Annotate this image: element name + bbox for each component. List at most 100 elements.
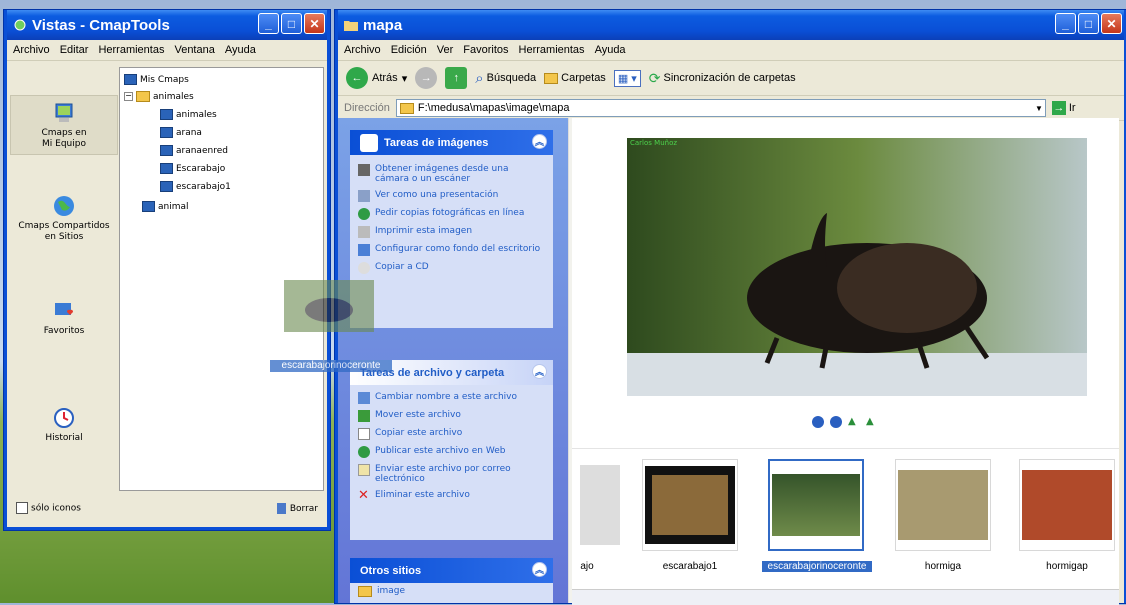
preview-photo xyxy=(627,138,1087,396)
menu-ayuda[interactable]: Ayuda xyxy=(225,44,256,56)
address-input[interactable]: F:\medusa\mapas\image\mapa ▼ xyxy=(395,99,1046,117)
sidebar-item-my-cmaps[interactable]: Cmaps en Mi Equipo xyxy=(10,95,118,155)
task-label: Eliminar este archivo xyxy=(375,490,470,500)
back-button[interactable]: ← Atrás ▾ xyxy=(346,67,407,89)
collapse-chevron-icon[interactable]: ︽ xyxy=(532,364,547,379)
close-button[interactable]: ✕ xyxy=(304,13,325,34)
menu-ventana[interactable]: Ventana xyxy=(174,44,214,56)
thumbnail-selected[interactable] xyxy=(768,459,864,551)
rotate-left-icon[interactable]: ▲ xyxy=(848,416,860,428)
tree-item[interactable]: animales xyxy=(160,109,217,120)
tree-item[interactable]: arana xyxy=(160,127,202,138)
tree-root[interactable]: Mis Cmaps xyxy=(124,74,189,85)
search-button[interactable]: ⌕ Búsqueda xyxy=(475,70,536,87)
collapse-icon[interactable]: − xyxy=(124,92,133,101)
task-label: Imprimir esta imagen xyxy=(375,226,473,236)
menu-archivo[interactable]: Archivo xyxy=(13,44,50,56)
tree-item-label: Escarabajo xyxy=(176,163,226,174)
menu-archivo[interactable]: Archivo xyxy=(344,44,381,56)
tree-item[interactable]: escarabajo1 xyxy=(160,181,231,192)
image-tasks-panel: Tareas de imágenes ︽ Obtener imágenes de… xyxy=(350,130,553,328)
task-label: Copiar este archivo xyxy=(375,428,463,438)
menu-favoritos[interactable]: Favoritos xyxy=(463,44,508,56)
filmstrip-view: Carlos Muñoz ▲ ▲ ajo escarabajo1 escarab… xyxy=(572,118,1119,605)
sidebar-item-history[interactable]: Historial xyxy=(10,407,118,444)
icons-only-toggle[interactable]: sólo iconos xyxy=(16,502,81,514)
views-button[interactable]: ▦ ▾ xyxy=(613,69,641,87)
sidebar-label: Historial xyxy=(45,433,83,443)
thumbnail[interactable] xyxy=(552,459,648,551)
drag-ghost-label: escarabajorinoceronte xyxy=(270,360,392,372)
back-arrow-icon: ← xyxy=(346,67,368,89)
rotate-right-icon[interactable]: ▲ xyxy=(866,416,878,428)
maximize-button[interactable]: □ xyxy=(1078,13,1099,34)
chevron-down-icon[interactable]: ▼ xyxy=(1035,104,1043,113)
cmap-icon xyxy=(160,109,173,120)
menu-editar[interactable]: Editar xyxy=(60,44,89,56)
tree-item[interactable]: aranaenred xyxy=(160,145,228,156)
explorer-titlebar[interactable]: mapa _ □ ✕ xyxy=(338,10,1124,40)
task-email[interactable]: Enviar este archivo por correo electróni… xyxy=(350,461,553,487)
task-wallpaper[interactable]: Configurar como fondo del escritorio xyxy=(350,241,553,259)
task-label: Pedir copias fotográficas en línea xyxy=(375,208,525,218)
go-button[interactable]: → Ir xyxy=(1051,101,1076,115)
place-image[interactable]: image xyxy=(350,583,553,600)
menu-herramientas[interactable]: Herramientas xyxy=(98,44,164,56)
maximize-button[interactable]: □ xyxy=(281,13,302,34)
image-tasks-header[interactable]: Tareas de imágenes ︽ xyxy=(350,130,553,155)
task-print[interactable]: Imprimir esta imagen xyxy=(350,223,553,241)
cmap-folder-tree: Mis Cmaps − animales animales arana aran… xyxy=(119,67,324,491)
delete-button[interactable]: Borrar xyxy=(276,502,318,514)
task-scanner[interactable]: Obtener imágenes desde una cámara o un e… xyxy=(350,161,553,187)
cmap-icon xyxy=(142,201,155,212)
other-places-header[interactable]: Otros sitios ︽ xyxy=(350,558,553,583)
minimize-button[interactable]: _ xyxy=(1055,13,1076,34)
collapse-chevron-icon[interactable]: ︽ xyxy=(532,134,547,149)
image-tasks-title: Tareas de imágenes xyxy=(384,136,489,149)
my-cmaps-icon xyxy=(124,74,137,85)
task-rename[interactable]: Cambiar nombre a este archivo xyxy=(350,389,553,407)
thumbnail[interactable] xyxy=(642,459,738,551)
thumbnail[interactable] xyxy=(895,459,991,551)
task-publish[interactable]: Publicar este archivo en Web xyxy=(350,443,553,461)
explorer-menubar: Archivo Edición Ver Favoritos Herramient… xyxy=(338,40,1124,61)
menu-edicion[interactable]: Edición xyxy=(391,44,427,56)
menu-ver[interactable]: Ver xyxy=(437,44,454,56)
tree-item[interactable]: Escarabajo xyxy=(160,163,225,174)
up-folder-icon[interactable]: ↑ xyxy=(445,67,468,89)
thumbnail[interactable] xyxy=(1019,459,1115,551)
go-arrow-icon: → xyxy=(1051,101,1066,115)
tree-folder[interactable]: − animales xyxy=(124,91,194,102)
minimize-button[interactable]: _ xyxy=(258,13,279,34)
explorer-window-title: mapa xyxy=(363,16,403,34)
drag-ghost-photo xyxy=(284,280,374,332)
task-order-prints[interactable]: Pedir copias fotográficas en línea xyxy=(350,205,553,223)
cmap-titlebar[interactable]: Vistas - CmapTools _ □ ✕ xyxy=(7,10,327,40)
task-slideshow[interactable]: Ver como una presentación xyxy=(350,187,553,205)
cmap-icon xyxy=(160,127,173,138)
rename-icon xyxy=(358,392,370,404)
sidebar-item-favorites[interactable]: Favoritos xyxy=(10,300,118,337)
cmaptools-window: Vistas - CmapTools _ □ ✕ Archivo Editar … xyxy=(4,10,330,530)
menu-herramientas[interactable]: Herramientas xyxy=(519,44,585,56)
copy-icon xyxy=(358,428,370,440)
checkbox[interactable] xyxy=(16,502,28,514)
search-label: Búsqueda xyxy=(486,72,537,84)
tree-item[interactable]: animal xyxy=(142,201,189,212)
previous-image-icon[interactable] xyxy=(812,416,824,428)
thumb-image xyxy=(1022,470,1112,540)
sync-button[interactable]: ⟳ Sincronización de carpetas xyxy=(649,70,796,87)
sidebar-item-shared-cmaps[interactable]: Cmaps Compartidos en Sitios xyxy=(10,195,118,243)
menu-ayuda[interactable]: Ayuda xyxy=(595,44,626,56)
next-image-icon[interactable] xyxy=(830,416,842,428)
task-copy[interactable]: Copiar este archivo xyxy=(350,425,553,443)
close-button[interactable]: ✕ xyxy=(1101,13,1122,34)
task-move[interactable]: Mover este archivo xyxy=(350,407,553,425)
task-delete[interactable]: ✕ Eliminar este archivo xyxy=(350,487,553,505)
task-copy-cd[interactable]: Copiar a CD xyxy=(350,259,553,277)
forward-arrow-icon[interactable]: → xyxy=(415,67,438,89)
other-places-panel: Otros sitios ︽ image xyxy=(350,558,553,603)
address-value: F:\medusa\mapas\image\mapa xyxy=(417,102,570,114)
folders-button[interactable]: Carpetas xyxy=(544,72,606,84)
drag-ghost-image xyxy=(284,280,374,332)
